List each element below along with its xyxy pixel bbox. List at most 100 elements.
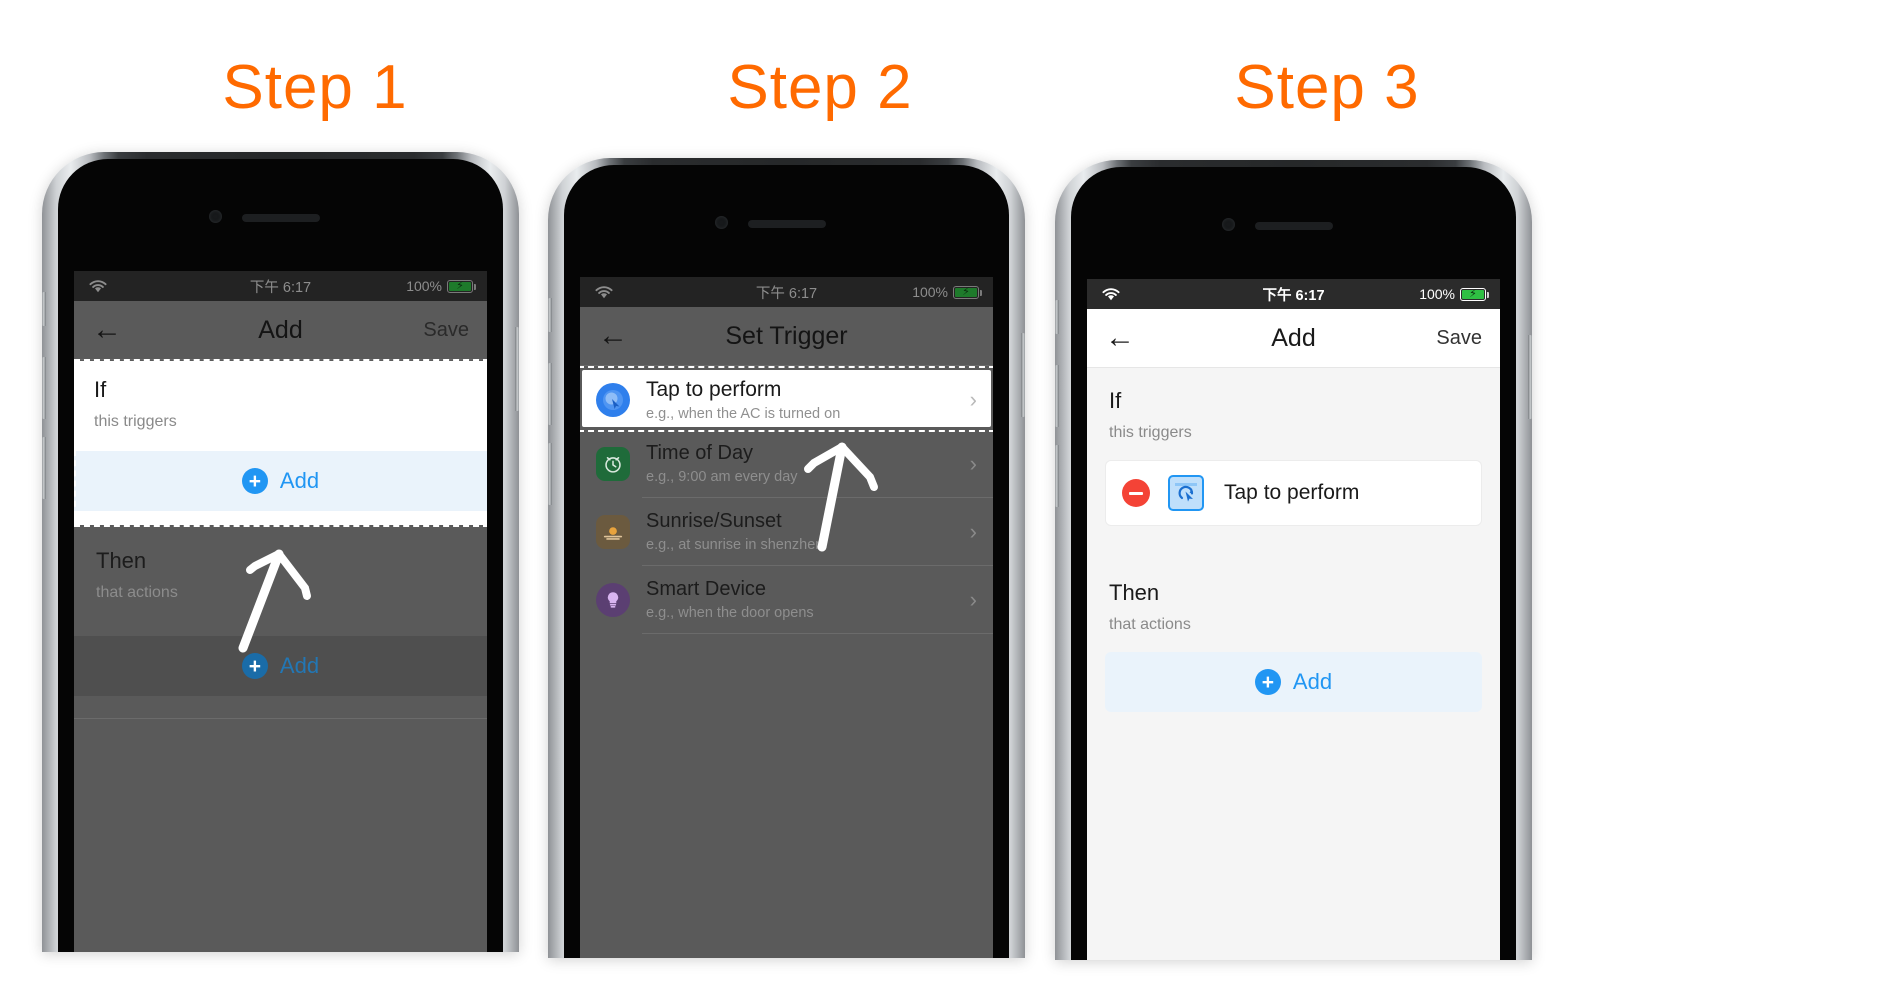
trigger-subtitle: e.g., 9:00 am every day xyxy=(646,469,798,485)
if-section-spotlight-panel: If this triggers + Add xyxy=(74,361,487,525)
phone-screen-step-3: 下午 6:17 100% ⚡ ← Add Save If this trigge… xyxy=(1087,279,1500,960)
plus-circle-icon: + xyxy=(241,468,268,494)
trigger-subtitle: e.g., when the door opens xyxy=(646,605,814,621)
earpiece-speaker xyxy=(747,220,826,228)
chevron-right-icon: › xyxy=(969,387,977,412)
if-subtitle: this triggers xyxy=(94,413,177,430)
status-bar: 下午 6:17 100% ⚡ xyxy=(580,277,993,307)
if-subtitle: this triggers xyxy=(1109,424,1192,441)
phone-body: 下午 6:17 100% ⚡ ← Add Save xyxy=(1071,167,1516,960)
then-title: Then xyxy=(1109,580,1160,605)
trigger-row-sunrise-sunset[interactable]: Sunrise/Sunset e.g., at sunrise in shenz… xyxy=(580,498,993,565)
battery-percent-label: 100% xyxy=(912,284,948,300)
wifi-icon xyxy=(89,279,107,292)
front-camera-icon xyxy=(1221,218,1235,231)
phone-body: 下午 6:17 100% ⚡ ← Set Trigger Time of Day… xyxy=(564,165,1009,958)
tap-to-perform-spotlight-panel: Tap to perform e.g., when the AC is turn… xyxy=(582,370,991,427)
earpiece-speaker xyxy=(1254,222,1333,230)
battery-percent-label: 100% xyxy=(406,278,442,294)
then-title: Then xyxy=(96,548,147,573)
step-3-label: Step 3 xyxy=(1234,53,1420,122)
trigger-subtitle: e.g., at sunrise in shenzhen xyxy=(646,537,824,553)
volume-up-button[interactable] xyxy=(548,363,552,425)
phone-mockup-step-1: 下午 6:17 100% ⚡ ← Add Save Then that acti… xyxy=(42,152,519,952)
lightbulb-icon xyxy=(596,582,630,617)
app-bar: ← Add Save xyxy=(1087,309,1500,367)
trigger-title: Smart Device xyxy=(646,578,767,600)
status-right: 100% ⚡ xyxy=(406,278,476,294)
status-bar: 下午 6:17 100% ⚡ xyxy=(1087,279,1500,309)
status-bar: 下午 6:17 100% ⚡ xyxy=(74,271,487,301)
trigger-row-text: Sunrise/Sunset e.g., at sunrise in shenz… xyxy=(646,510,962,553)
front-camera-icon xyxy=(208,210,222,223)
if-section: If this triggers xyxy=(74,361,487,431)
then-subtitle: that actions xyxy=(1109,616,1191,633)
power-button[interactable] xyxy=(515,327,519,411)
trigger-row-time-of-day[interactable]: Time of Day e.g., 9:00 am every day › xyxy=(580,430,993,497)
plus-circle-icon: + xyxy=(241,653,268,679)
volume-up-button[interactable] xyxy=(1055,365,1059,427)
battery-charging-icon: ⚡ xyxy=(953,285,982,299)
step-1-label: Step 1 xyxy=(222,53,408,122)
phone-mockup-step-2: 下午 6:17 100% ⚡ ← Set Trigger Time of Day… xyxy=(548,158,1025,958)
tap-cursor-tile-icon xyxy=(1168,475,1204,511)
status-right: 100% ⚡ xyxy=(1419,286,1489,302)
trigger-row-text: Smart Device e.g., when the door opens xyxy=(646,578,962,621)
if-add-label: Add xyxy=(279,468,320,493)
battery-percent-label: 100% xyxy=(1419,286,1455,302)
then-subtitle: that actions xyxy=(96,584,178,601)
status-left xyxy=(1101,287,1121,302)
app-bar: ← Set Trigger xyxy=(580,307,993,365)
volume-down-button[interactable] xyxy=(548,443,552,505)
status-left xyxy=(88,279,108,294)
trigger-title: Sunrise/Sunset xyxy=(646,510,782,532)
trigger-title: Tap to perform xyxy=(646,378,782,401)
phone-mockup-step-3: 下午 6:17 100% ⚡ ← Add Save If this trigge… xyxy=(1055,160,1532,960)
mute-switch[interactable] xyxy=(42,292,46,326)
wifi-icon xyxy=(595,285,613,298)
trigger-card-tap-to-perform[interactable]: Tap to perform xyxy=(1105,460,1482,526)
back-arrow-icon[interactable]: ← xyxy=(598,321,628,351)
app-bar: ← Add Save xyxy=(74,301,487,359)
battery-charging-icon: ⚡ xyxy=(447,279,476,293)
sunrise-icon xyxy=(596,514,630,549)
list-divider xyxy=(642,633,993,634)
then-section: Then that actions xyxy=(1087,560,1500,634)
if-add-button[interactable]: + Add xyxy=(74,451,487,511)
power-button[interactable] xyxy=(1021,333,1025,417)
tap-cursor-icon xyxy=(596,383,630,417)
trigger-subtitle: e.g., when the AC is turned on xyxy=(646,406,841,422)
then-add-button[interactable]: + Add xyxy=(74,636,487,696)
volume-down-button[interactable] xyxy=(1055,445,1059,507)
trigger-row-smart-device[interactable]: Smart Device e.g., when the door opens › xyxy=(580,566,993,633)
phone-screen-step-1: 下午 6:17 100% ⚡ ← Add Save Then that acti… xyxy=(74,271,487,952)
front-camera-icon xyxy=(714,216,728,229)
if-section: If this triggers xyxy=(1087,368,1500,442)
remove-circle-icon[interactable] xyxy=(1122,479,1150,507)
phone-screen-step-2: 下午 6:17 100% ⚡ ← Set Trigger Time of Day… xyxy=(580,277,993,958)
power-button[interactable] xyxy=(1528,335,1532,419)
status-left xyxy=(594,285,614,300)
trigger-row-tap-to-perform[interactable]: Tap to perform e.g., when the AC is turn… xyxy=(582,370,991,427)
page-title: Set Trigger xyxy=(725,321,848,350)
battery-charging-icon: ⚡ xyxy=(1460,287,1489,301)
mute-switch[interactable] xyxy=(548,298,552,332)
save-button[interactable]: Save xyxy=(423,319,469,342)
back-arrow-icon[interactable]: ← xyxy=(1105,323,1135,353)
trigger-row-text: Time of Day e.g., 9:00 am every day xyxy=(646,442,962,485)
status-right: 100% ⚡ xyxy=(912,284,982,300)
mute-switch[interactable] xyxy=(1055,300,1059,334)
if-title: If xyxy=(94,377,107,402)
volume-up-button[interactable] xyxy=(42,357,46,419)
plus-circle-icon: + xyxy=(1254,669,1281,695)
trigger-title: Time of Day xyxy=(646,442,754,464)
step-2-label: Step 2 xyxy=(727,53,913,122)
back-arrow-icon[interactable]: ← xyxy=(92,315,122,345)
volume-down-button[interactable] xyxy=(42,437,46,499)
alarm-clock-icon xyxy=(596,446,630,481)
then-add-label: Add xyxy=(279,653,320,678)
save-button[interactable]: Save xyxy=(1436,327,1482,350)
then-add-button[interactable]: + Add xyxy=(1105,652,1482,712)
trigger-card-label: Tap to perform xyxy=(1224,481,1360,504)
earpiece-speaker xyxy=(241,214,320,222)
